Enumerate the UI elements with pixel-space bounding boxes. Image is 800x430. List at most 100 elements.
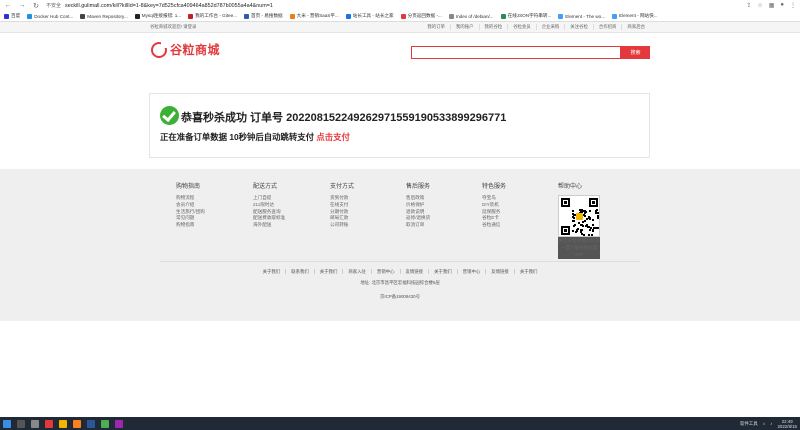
share-icon[interactable]: ⇪ [746, 2, 751, 9]
app-icon[interactable] [115, 419, 123, 428]
footer-divider [160, 261, 640, 262]
idea-icon[interactable] [73, 419, 81, 428]
bookmark-favicon-icon [27, 13, 33, 19]
help-center: 帮助中心 关注谷粒商城公众号 一键下载谷粒商城APP [558, 181, 600, 260]
top-link[interactable]: 我的订单 [422, 24, 450, 30]
profile-icon[interactable]: ● [780, 2, 784, 9]
footer-link[interactable]: 夺宝岛 [482, 195, 506, 202]
clock[interactable]: 22:49 2022/8/15 [777, 419, 797, 429]
footer-bottom-link[interactable]: 关于我们 [258, 269, 286, 274]
url-field[interactable]: 不安全 seckill.gulimall.com/kill?killId=1-8… [46, 2, 740, 10]
top-link[interactable]: 企业采购 [535, 24, 565, 30]
browser-address-bar: ← → ↻ 不安全 seckill.gulimall.com/kill?kill… [0, 0, 800, 11]
footer-link[interactable]: 取消订单 [406, 222, 430, 229]
footer-bottom-link[interactable]: 友情链接 [399, 269, 429, 274]
success-check-icon [160, 106, 179, 125]
bookmark-label: Element - The wo... [565, 13, 606, 19]
browser-menu-icon[interactable]: ⋮ [790, 2, 796, 9]
footer-bottom-link[interactable]: 友情链接 [485, 269, 514, 274]
bookmark-label: Index of /debian/... [455, 13, 494, 19]
bookmark-item[interactable]: Index of /debian/... [448, 13, 494, 19]
site-footer: 购物指南 购物流程 会员介绍 生活旅行/团购 常见问题 购物指南 配送方式 上门自提 211限时… [0, 169, 800, 321]
url-text[interactable]: seckill.gulimall.com/kill?killId=1-8&key… [65, 3, 273, 9]
footer-link[interactable]: DIY装机 [482, 202, 506, 209]
top-link[interactable]: 谷粒会员 [507, 24, 536, 30]
bookmark-label: 百度 [11, 13, 21, 18]
bookmark-item[interactable]: Mysql连接报错: 1... [134, 13, 181, 19]
footer-bottom-link[interactable]: 关于我们 [428, 269, 457, 274]
footer-link[interactable]: 211限时达 [253, 202, 285, 209]
welcome-text[interactable]: 谷粒商城欢迎您! 请登录 [150, 24, 196, 30]
chrome-icon[interactable] [59, 419, 67, 428]
bookmark-item[interactable]: 在线JSON字符串转... [500, 13, 552, 19]
bookmark-item[interactable]: 首页 - 易搜数据 [243, 13, 283, 19]
logo-icon [151, 41, 167, 58]
network-icon[interactable]: ⌂ [763, 421, 766, 426]
bookmark-item[interactable]: Docker Hub Cont... [27, 13, 73, 19]
bookmark-favicon-icon [345, 13, 351, 19]
bookmark-favicon-icon [612, 13, 618, 19]
search-button[interactable]: 搜索 [621, 46, 650, 59]
footer-link[interactable]: 售后政策 [406, 195, 430, 202]
footer-bottom-link[interactable]: 营销中心 [456, 269, 486, 274]
bookmark-star-icon[interactable]: ☆ [757, 2, 762, 9]
bookmark-favicon-icon [448, 13, 454, 19]
extensions-icon[interactable]: ▦ [769, 2, 775, 9]
bookmark-label: Element - 网站快... [619, 13, 658, 18]
footer-bottom-link[interactable]: 关于我们 [313, 269, 343, 274]
footer-bottom-link[interactable]: 关于我们 [513, 269, 543, 274]
footer-link[interactable]: 海外配送 [253, 222, 285, 229]
footer-column: 配送方式 上门自提 211限时达 配送服务查询 配送费收取标准 海外配送 [253, 181, 285, 229]
footer-link[interactable]: 购物指南 [176, 222, 205, 229]
top-link[interactable]: 我的谷粒 [478, 24, 508, 30]
help-center-title: 帮助中心 [558, 184, 583, 190]
windows-start-icon[interactable] [3, 419, 11, 428]
bookmark-item[interactable]: 分页返回数据 -... [400, 13, 442, 19]
bookmark-item[interactable]: 我的工作台 - Gitee... [188, 13, 237, 19]
footer-link[interactable]: 会员介绍 [176, 202, 205, 209]
bookmark-item[interactable]: 站长工具 - 站长之家 [345, 13, 394, 19]
bookmark-label: 在线JSON字符串转... [507, 13, 552, 18]
footer-bottom-link[interactable]: 商家入驻 [342, 269, 371, 274]
footer-column-title: 配送方式 [253, 184, 278, 190]
footer-link[interactable]: 价格保护 [406, 202, 430, 209]
bookmark-item[interactable]: 百度 [4, 13, 20, 19]
search-icon[interactable] [17, 419, 25, 428]
top-link[interactable]: 商家后台 [621, 24, 650, 30]
reload-icon[interactable]: ↻ [32, 2, 40, 10]
footer-bottom-link[interactable]: 营销中心 [370, 269, 400, 274]
pay-link[interactable]: 点击支付 [316, 132, 350, 142]
forward-icon[interactable]: → [18, 2, 26, 9]
footer-link[interactable]: 在线支付 [330, 202, 354, 209]
app-icon[interactable] [45, 419, 53, 428]
top-link[interactable]: 合作招商 [592, 24, 622, 30]
bookmark-label: 大米 - 营销SaaS平... [296, 13, 339, 18]
bookmark-item[interactable]: 大米 - 营销SaaS平... [289, 13, 339, 19]
volume-icon[interactable]: ♪ [770, 421, 772, 426]
bookmark-label: Maven Repository... [87, 13, 128, 19]
vscode-icon[interactable] [87, 419, 95, 428]
logo-text: 谷粒商城 [170, 43, 221, 57]
terminal-icon[interactable] [101, 419, 109, 428]
footer-link[interactable]: 上门自提 [253, 195, 285, 202]
task-view-icon[interactable] [31, 419, 39, 428]
bookmark-item[interactable]: Element - 网站快... [612, 13, 658, 19]
bookmark-item[interactable]: Maven Repository... [80, 13, 128, 19]
bookmark-item[interactable]: Element - The wo... [558, 13, 606, 19]
footer-link[interactable]: 购物流程 [176, 195, 205, 202]
top-link[interactable]: 我的账户 [449, 24, 479, 30]
search-input[interactable] [411, 46, 621, 59]
top-link[interactable]: 关注谷粒 [564, 24, 593, 30]
footer-bottom-link[interactable]: 联系我们 [285, 269, 314, 274]
tray-label[interactable]: 软件工具 [740, 421, 758, 427]
footer-link[interactable]: 货到付款 [330, 195, 354, 202]
back-icon[interactable]: ← [4, 2, 12, 9]
redirect-text: 正在准备订单数据 10秒钟后自动跳转支付 [160, 132, 315, 142]
footer-column-title: 特色服务 [482, 184, 507, 190]
bookmark-label: 站长工具 - 站长之家 [352, 13, 394, 18]
footer-link[interactable]: 公司转账 [330, 222, 354, 229]
logo[interactable]: 谷粒商城 [151, 41, 220, 58]
footer-link[interactable]: 谷粒通信 [482, 222, 506, 229]
seckill-result-panel: 恭喜秒杀成功 订单号 20220815224926297155919053389… [149, 93, 650, 158]
bookmark-favicon-icon [134, 13, 140, 19]
